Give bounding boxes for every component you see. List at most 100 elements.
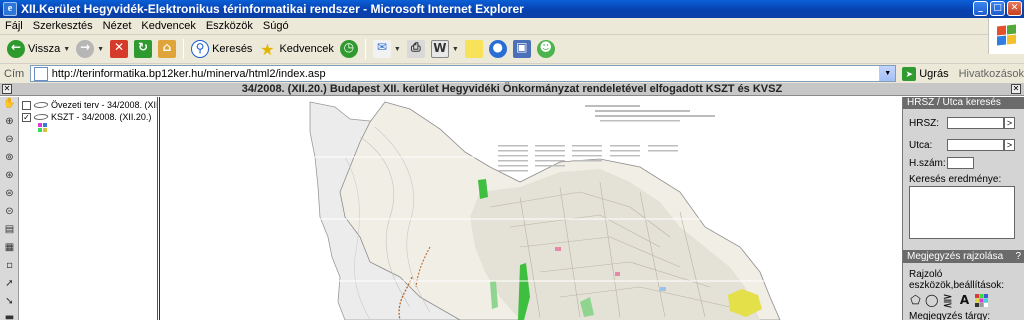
windows-logo — [988, 18, 1024, 54]
hrsz-input[interactable] — [947, 117, 1004, 129]
go-label: Ugrás — [919, 67, 949, 80]
info-document-icon[interactable]: ▦ — [3, 241, 16, 254]
minimize-button[interactable]: _ — [973, 1, 988, 16]
hszam-label: H.szám: — [909, 158, 946, 169]
layer-item-kszt[interactable]: ✓ KSZT - 34/2008. (XII.20.) — [22, 111, 151, 123]
layer-checkbox-zoning[interactable] — [22, 100, 31, 110]
hrsz-go-button[interactable]: > — [1004, 117, 1015, 129]
go-arrow-icon: ➤ — [902, 66, 917, 81]
zoom-full-icon[interactable]: ⊛ — [3, 169, 16, 182]
print-icon: ⎙ — [406, 40, 425, 58]
back-button[interactable]: ← Vissza ▼ — [4, 38, 73, 60]
home-button[interactable]: ⌂ — [155, 38, 179, 60]
result-box[interactable] — [909, 186, 1015, 239]
history-icon: ◷ — [339, 40, 358, 58]
edit-dropdown-icon[interactable]: ▼ — [452, 46, 459, 53]
back-icon: ← — [7, 40, 25, 58]
globe-button[interactable]: ● — [486, 38, 510, 60]
layer-label-kszt: KSZT - 34/2008. (XII.20.) — [51, 112, 152, 122]
zoom-in-icon[interactable]: ⊕ — [3, 115, 16, 128]
ie-app-icon: e — [3, 2, 17, 16]
search-button[interactable]: ⚲ Keresés — [188, 38, 255, 60]
mail-dropdown-icon[interactable]: ▼ — [394, 46, 401, 53]
maximize-button[interactable]: □ — [990, 1, 1005, 16]
menu-help[interactable]: Súgó — [258, 20, 294, 32]
address-dropdown-icon[interactable]: ▼ — [879, 66, 896, 81]
ruler-icon[interactable]: ▬ — [3, 311, 16, 320]
measure-icon[interactable]: ▫ — [3, 259, 16, 272]
circle-tool-icon[interactable]: ◯ — [925, 294, 938, 307]
text-tool-icon[interactable]: A — [958, 294, 971, 307]
layer-polygon-icon — [32, 114, 50, 120]
page-title-bar: ✕ 34/2008. (XII.20.) Budapest XII. kerül… — [0, 83, 1024, 96]
toolbar: ← Vissza ▼ → ▼ ✕ ↻ ⌂ ⚲ Keresés ★ Kedvenc… — [0, 36, 988, 62]
edit-icon: W — [430, 40, 449, 58]
globe-icon: ● — [488, 40, 507, 58]
utca-go-button[interactable]: > — [1004, 139, 1015, 151]
draw-tools-label-2: eszközök,beállítások: — [909, 280, 1005, 291]
color-palette-icon[interactable] — [975, 294, 988, 307]
forward-button[interactable]: → ▼ — [73, 38, 107, 60]
draw-panel-title: Megjegyzés rajzolása ? — [903, 250, 1024, 263]
go-button[interactable]: ➤ Ugrás — [902, 66, 949, 81]
select-arrow-icon[interactable]: ➚ — [3, 277, 16, 290]
draw-tools-label-1: Rajzoló — [909, 269, 943, 280]
collapse-right-icon[interactable]: ✕ — [1011, 84, 1021, 94]
zoom-next-icon[interactable]: ⊝ — [3, 205, 16, 218]
menu-bar: Fájl Szerkesztés Nézet Kedvencek Eszközö… — [0, 18, 1024, 35]
messenger-button[interactable]: ☻ — [534, 38, 558, 60]
result-label: Keresés eredménye: — [909, 174, 1002, 185]
zoom-out-icon[interactable]: ⊖ — [3, 133, 16, 146]
mail-button[interactable]: ✉ ▼ — [370, 38, 404, 60]
menu-file[interactable]: Fájl — [0, 20, 28, 32]
favorites-button[interactable]: ★ Kedvencek — [255, 38, 336, 60]
address-input[interactable]: http://terinformatika.bp12ker.hu/minerva… — [29, 65, 897, 82]
refresh-icon: ↻ — [134, 40, 153, 58]
search-panel-title: HRSZ / Utca keresés — [903, 97, 1024, 109]
address-bar: Cím http://terinformatika.bp12ker.hu/min… — [0, 63, 1024, 83]
utca-label: Utca: — [909, 140, 933, 151]
toolbar-separator — [183, 39, 185, 59]
zoom-previous-icon[interactable]: ⊜ — [3, 187, 16, 200]
identify-arrow-icon[interactable]: ➘ — [3, 295, 16, 308]
search-icon: ⚲ — [191, 40, 210, 58]
menu-tools[interactable]: Eszközök — [201, 20, 258, 32]
menu-view[interactable]: Nézet — [98, 20, 137, 32]
hszam-input[interactable] — [947, 157, 974, 169]
links-button[interactable]: Hivatkozások — [959, 68, 1024, 80]
pan-hand-icon[interactable]: ✋ — [3, 97, 16, 110]
edit-button[interactable]: W ▼ — [428, 38, 462, 60]
back-label: Vissza — [28, 43, 61, 55]
research-button[interactable]: ▣ — [510, 38, 534, 60]
history-button[interactable]: ◷ — [337, 38, 361, 60]
hrsz-label: HRSZ: — [909, 118, 939, 129]
line-tool-icon[interactable]: ⪌ — [941, 294, 954, 307]
help-icon[interactable]: ? — [1015, 250, 1021, 263]
page-icon — [33, 66, 48, 81]
layer-item-zoning[interactable]: Övezeti terv - 34/2008. (XII.20.) — [22, 99, 157, 111]
layer-list: Övezeti terv - 34/2008. (XII.20.) ✓ KSZT… — [20, 97, 158, 320]
research-icon: ▣ — [512, 40, 531, 58]
document-icon[interactable]: ▤ — [3, 223, 16, 236]
note-icon — [464, 40, 483, 58]
close-button[interactable]: ✕ — [1007, 1, 1022, 16]
polygon-tool-icon[interactable]: ⬠ — [909, 294, 922, 307]
utca-input[interactable] — [947, 139, 1004, 151]
menu-edit[interactable]: Szerkesztés — [28, 20, 98, 32]
map-drawing — [300, 101, 901, 320]
mail-icon: ✉ — [372, 40, 391, 58]
print-button[interactable]: ⎙ — [404, 38, 428, 60]
back-dropdown-icon[interactable]: ▼ — [63, 46, 70, 53]
note-button[interactable] — [462, 38, 486, 60]
search-label: Keresés — [212, 43, 253, 55]
forward-dropdown-icon[interactable]: ▼ — [97, 46, 104, 53]
menu-favorites[interactable]: Kedvencek — [136, 20, 200, 32]
zoom-window-icon[interactable]: ⊚ — [3, 151, 16, 164]
map-canvas[interactable] — [159, 97, 901, 320]
stop-button[interactable]: ✕ — [107, 38, 131, 60]
refresh-button[interactable]: ↻ — [131, 38, 155, 60]
layer-polygon-icon — [32, 102, 50, 108]
stop-icon: ✕ — [110, 40, 129, 58]
layer-checkbox-kszt[interactable]: ✓ — [22, 112, 31, 122]
favorites-icon: ★ — [260, 40, 275, 59]
